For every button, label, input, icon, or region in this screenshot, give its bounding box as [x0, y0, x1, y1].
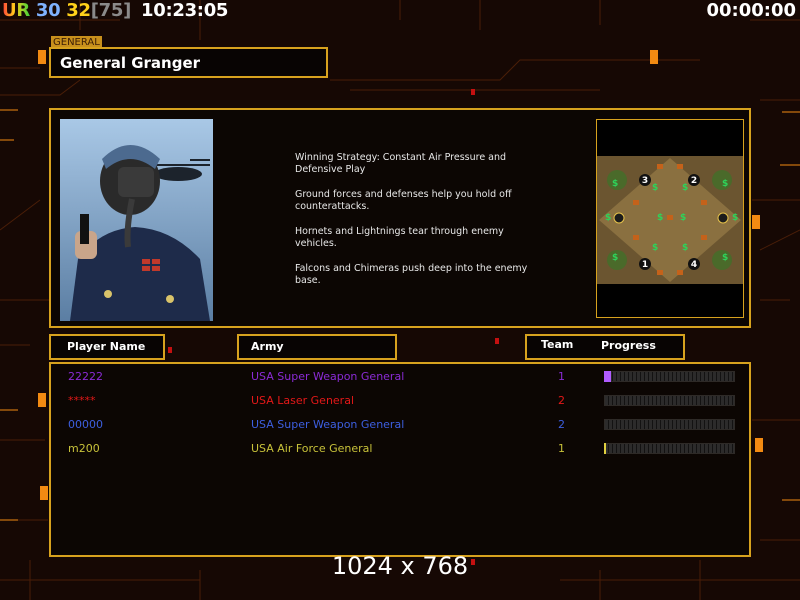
strategy-text: Winning Strategy: Constant Air Pressure …	[295, 152, 535, 300]
player-team: 1	[558, 442, 565, 455]
player-progress-bar	[604, 443, 735, 454]
team-header-label: Team	[541, 338, 574, 351]
start-position-label: 3	[642, 176, 648, 186]
map-preview: 3 2 1 4 $ $ $ $ $ $ $ $ $ $ $ $	[596, 119, 744, 318]
resolution-label: 1024 x 768	[331, 552, 469, 580]
player-name: *****	[68, 394, 96, 407]
svg-text:$: $	[612, 253, 618, 263]
player-progress-bar	[604, 371, 735, 382]
svg-text:$: $	[732, 213, 738, 223]
svg-text:$: $	[722, 253, 728, 263]
strategy-line: Hornets and Lightnings tear through enem…	[295, 226, 504, 249]
player-army: USA Air Force General	[251, 442, 373, 455]
army-header: Army	[237, 334, 397, 360]
ur-label: UR	[2, 0, 30, 21]
svg-text:$: $	[682, 183, 688, 193]
strategy-line: Falcons and Chimeras push deep into the …	[295, 263, 528, 286]
general-title: General Granger	[49, 47, 328, 78]
player-progress-bar	[604, 395, 735, 406]
player-army: USA Super Weapon General	[251, 370, 405, 383]
svg-text:$: $	[722, 179, 728, 189]
army-header-label: Army	[251, 340, 284, 353]
hud-stat-1: 30	[35, 0, 61, 21]
hud-clock: 10:23:05	[141, 0, 229, 21]
start-position-label: 1	[642, 260, 648, 270]
player-team: 2	[558, 418, 565, 431]
svg-text:$: $	[680, 213, 686, 223]
player-progress-fill	[604, 443, 606, 454]
player-list: 22222 USA Super Weapon General 1 ***** USA L…	[49, 362, 751, 557]
player-name: 22222	[68, 370, 103, 383]
player-row[interactable]: m200 USA Air Force General 1	[51, 438, 751, 462]
start-position-label: 2	[691, 176, 697, 186]
player-row[interactable]: ***** USA Laser General 2	[51, 390, 751, 414]
svg-text:$: $	[612, 179, 618, 189]
player-name: 00000	[68, 418, 103, 431]
hud-bar: UR 30 32[75] 10:23:05 00:00:00	[0, 0, 800, 24]
player-name: m200	[68, 442, 100, 455]
player-name-header-label: Player Name	[67, 340, 146, 353]
hud-stat-2: 32	[66, 0, 91, 21]
svg-text:$: $	[605, 213, 611, 223]
hud-timer: 00:00:00	[706, 0, 796, 21]
hud-stat-bracket: [75]	[90, 0, 132, 21]
team-progress-header: Team Progress	[525, 334, 685, 360]
player-row[interactable]: 22222 USA Super Weapon General 1	[51, 366, 751, 390]
hud-stats: UR 30 32[75] 10:23:05	[2, 0, 228, 21]
player-team: 1	[558, 370, 565, 383]
svg-text:$: $	[652, 183, 658, 193]
player-team: 2	[558, 394, 565, 407]
player-progress-fill	[604, 371, 611, 382]
strategy-line: Ground forces and defenses help you hold…	[295, 189, 512, 212]
player-army: USA Laser General	[251, 394, 354, 407]
progress-header-label: Progress	[601, 339, 656, 352]
svg-text:$: $	[652, 243, 658, 253]
player-row[interactable]: 00000 USA Super Weapon General 2	[51, 414, 751, 438]
player-army: USA Super Weapon General	[251, 418, 405, 431]
general-portrait	[60, 119, 213, 321]
svg-text:$: $	[657, 213, 663, 223]
general-info-panel: Winning Strategy: Constant Air Pressure …	[49, 108, 751, 328]
player-progress-bar	[604, 419, 735, 430]
svg-text:$: $	[682, 243, 688, 253]
start-position-label: 4	[691, 260, 697, 270]
player-name-header: Player Name	[49, 334, 165, 360]
strategy-line: Winning Strategy: Constant Air Pressure …	[295, 152, 507, 175]
